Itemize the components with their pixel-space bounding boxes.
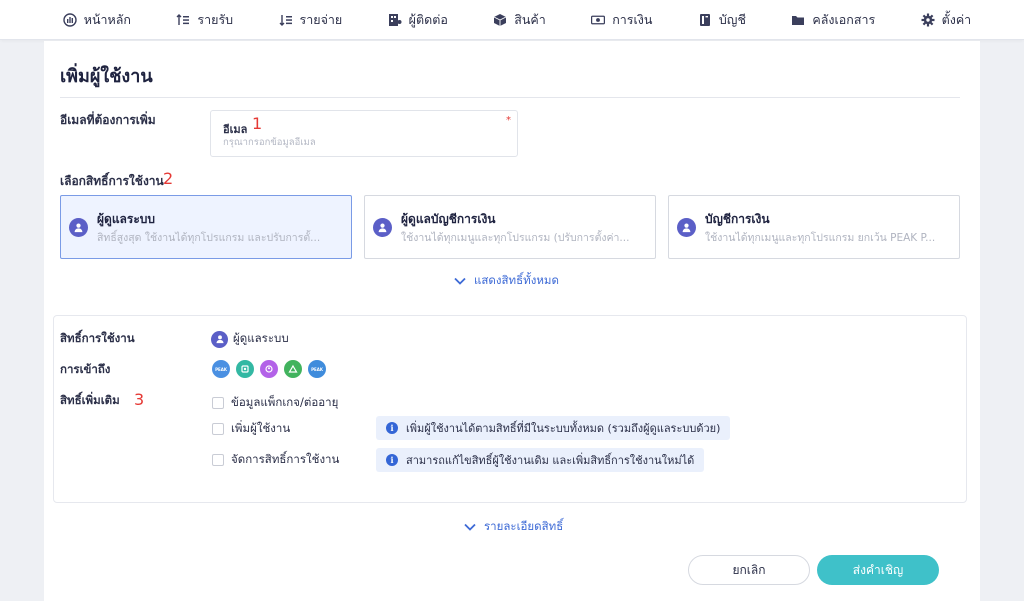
folder-icon	[791, 13, 805, 27]
annotation-3: 3	[134, 390, 145, 409]
expense-icon	[279, 13, 293, 27]
annotation-1: 1	[252, 114, 263, 133]
add-user-card: เพิ่มผู้ใช้งาน อีเมลที่ต้องการเพิ่ม อีเม…	[44, 41, 980, 601]
nav-label: หน้าหลัก	[83, 11, 131, 27]
info-text: เพิ่มผู้ใช้งานได้ตามสิทธิ์ที่มีในระบบทั้…	[406, 422, 721, 435]
checkbox-label: ข้อมูลแพ็กเกจ/ต่ออายุ	[231, 395, 339, 409]
peak-asset-app-icon: PEAK	[308, 360, 326, 378]
detail-link-label: รายละเอียดสิทธิ์	[484, 519, 564, 533]
app-access-list: PEAK PEAK	[212, 360, 326, 378]
role-summary-value: ผู้ดูแลระบบ	[211, 330, 289, 348]
role-title: ผู้ดูแลระบบ	[97, 212, 156, 226]
send-invite-button[interactable]: ส่งคำเชิญ	[817, 555, 939, 585]
email-field-label: อีเมล	[223, 123, 248, 136]
receipt-app-icon	[236, 360, 254, 378]
access-label: การเข้าถึง	[60, 362, 111, 376]
nav-item-expense[interactable]: รายจ่าย	[279, 10, 343, 30]
checkbox[interactable]	[212, 397, 224, 409]
manage-permission-info-chip: i สามารถแก้ไขสิทธิ์ผู้ใช้งานเดิม และเพิ่…	[376, 448, 705, 472]
nav-label: รายจ่าย	[299, 11, 343, 27]
email-input[interactable]	[223, 137, 503, 148]
ledger-icon	[698, 13, 712, 27]
role-card-finance[interactable]: บัญชีการเงิน ใช้งานได้ทุกเมนูและทุกโปรแก…	[668, 195, 960, 259]
nav-item-documents[interactable]: คลังเอกสาร	[791, 10, 875, 30]
extra-permission-label: สิทธิ์เพิ่มเติม	[60, 393, 120, 407]
nav-label: ผู้ติดต่อ	[408, 11, 448, 27]
nav-label: สินค้า	[514, 11, 546, 27]
show-all-roles-link[interactable]: แสดงสิทธิ์ทั้งหมด	[454, 272, 559, 290]
chevron-down-icon	[454, 277, 466, 285]
checkbox-label: เพิ่มผู้ใช้งาน	[231, 421, 291, 435]
nav-item-accounts[interactable]: บัญชี	[698, 10, 746, 30]
role-summary-text: ผู้ดูแลระบบ	[233, 331, 289, 345]
checkbox[interactable]	[212, 454, 224, 466]
info-icon: i	[386, 422, 398, 434]
permission-detail-link[interactable]: รายละเอียดสิทธิ์	[464, 518, 563, 536]
nav-item-dashboard[interactable]: หน้าหลัก	[63, 10, 131, 30]
add-user-info-chip: i เพิ่มผู้ใช้งานได้ตามสิทธิ์ที่มีในระบบท…	[376, 416, 731, 440]
payroll-app-icon	[260, 360, 278, 378]
role-card-finance-admin[interactable]: ผู้ดูแลบัญชีการเงิน ใช้งานได้ทุกเมนูและท…	[364, 195, 656, 259]
annotation-2: 2	[163, 169, 174, 188]
gear-icon	[921, 13, 935, 27]
info-text: สามารถแก้ไขสิทธิ์ผู้ใช้งานเดิม และเพิ่มส…	[406, 454, 695, 467]
nav-item-finance[interactable]: การเงิน	[591, 10, 652, 30]
money-icon	[591, 13, 606, 27]
package-renewal-checkbox[interactable]: ข้อมูลแพ็กเกจ/ต่ออายุ	[212, 394, 338, 412]
role-description: ใช้งานได้ทุกเมนูและทุกโปรแกรม ยกเว้น PEA…	[705, 232, 936, 244]
role-description: สิทธิ์สูงสุด ใช้งานได้ทุกโปรแกรม และปรับ…	[97, 232, 321, 244]
nav-item-products[interactable]: สินค้า	[493, 10, 546, 30]
page-title: เพิ่มผู้ใช้งาน	[60, 66, 153, 87]
role-section-label: เลือกสิทธิ์การใช้งาน	[60, 174, 164, 188]
user-avatar-icon	[69, 218, 88, 237]
user-avatar-icon	[211, 330, 228, 348]
nav-label: ตั้งค่า	[941, 11, 972, 27]
nav-item-settings[interactable]: ตั้งค่า	[921, 10, 972, 30]
role-description: ใช้งานได้ทุกเมนูและทุกโปรแกรม (ปรับการตั…	[401, 232, 630, 244]
contacts-icon	[388, 13, 402, 27]
dashboard-icon	[63, 12, 77, 27]
required-mark: *	[506, 115, 511, 126]
nav-item-income[interactable]: รายรับ	[176, 10, 233, 30]
nav-label: บัญชี	[718, 11, 746, 27]
email-section-label: อีเมลที่ต้องการเพิ่ม	[60, 113, 156, 127]
checkbox-label: จัดการสิทธิ์การใช้งาน	[231, 452, 340, 466]
add-user-checkbox[interactable]: เพิ่มผู้ใช้งาน	[212, 420, 290, 438]
nav-label: คลังเอกสาร	[812, 11, 876, 27]
box-icon	[493, 13, 507, 27]
top-navigation: หน้าหลัก รายรับ รายจ่าย ผู้ติดต่อ สินค้า…	[0, 0, 1024, 40]
nav-label: การเงิน	[612, 11, 653, 27]
info-icon: i	[386, 454, 398, 466]
role-summary-label: สิทธิ์การใช้งาน	[60, 331, 135, 345]
peak-app-icon: PEAK	[212, 360, 230, 378]
nav-item-contacts[interactable]: ผู้ติดต่อ	[388, 10, 448, 30]
title-divider	[60, 97, 960, 98]
user-avatar-icon	[373, 218, 392, 237]
checkbox[interactable]	[212, 423, 224, 435]
manage-permission-checkbox[interactable]: จัดการสิทธิ์การใช้งาน	[212, 451, 339, 469]
role-title: ผู้ดูแลบัญชีการเงิน	[401, 212, 496, 226]
role-card-admin[interactable]: ผู้ดูแลระบบ สิทธิ์สูงสุด ใช้งานได้ทุกโปร…	[60, 195, 352, 259]
income-icon	[176, 13, 190, 27]
role-title: บัญชีการเงิน	[705, 212, 770, 226]
cancel-button[interactable]: ยกเลิก	[688, 555, 810, 585]
show-all-label: แสดงสิทธิ์ทั้งหมด	[474, 273, 559, 287]
nav-label: รายรับ	[197, 11, 234, 27]
chevron-down-icon	[464, 523, 476, 531]
user-avatar-icon	[677, 218, 696, 237]
triangle-app-icon	[284, 360, 302, 378]
permission-summary-panel: สิทธิ์การใช้งาน ผู้ดูแลระบบ การเข้าถึง P…	[53, 315, 967, 503]
